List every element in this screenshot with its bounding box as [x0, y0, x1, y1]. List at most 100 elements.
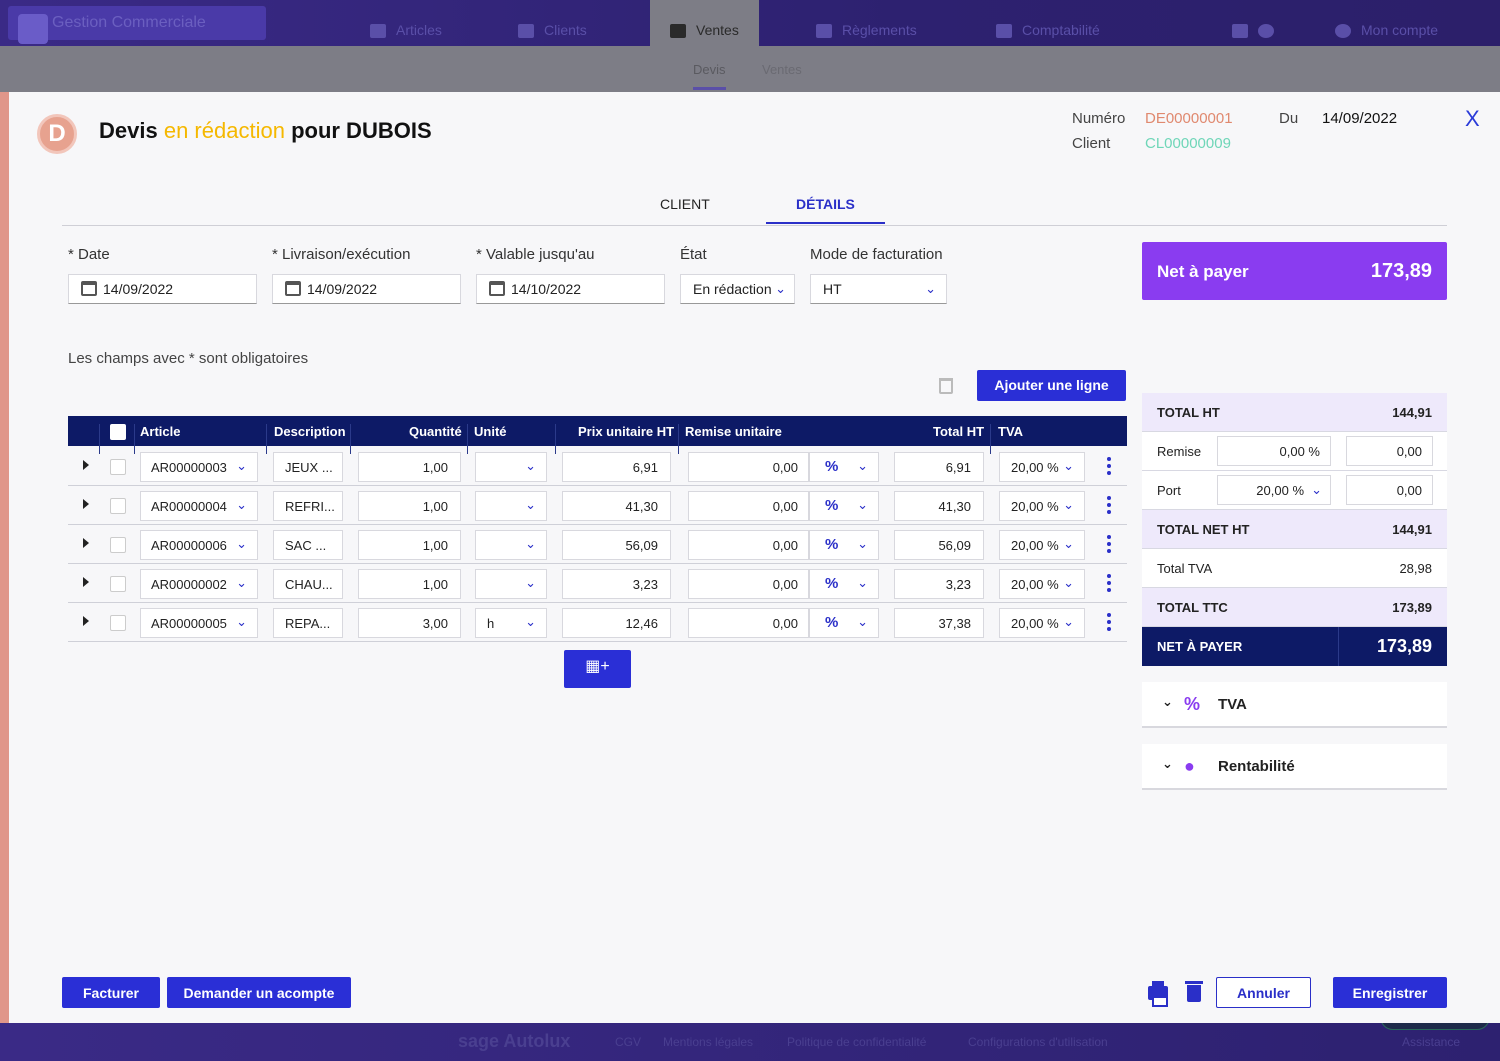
tab-client[interactable]: CLIENT — [660, 196, 710, 212]
col-remise[interactable]: Remise unitaire — [685, 424, 782, 439]
tva-select[interactable]: 20,00 %⌄ — [999, 569, 1085, 599]
nav-articles[interactable]: Articles — [370, 0, 442, 46]
row-checkbox[interactable] — [110, 498, 126, 514]
tva-accordion[interactable]: ⌄ % TVA — [1142, 682, 1447, 728]
quantite-input[interactable]: 1,00 — [358, 491, 461, 521]
delete-lines-icon[interactable] — [939, 378, 953, 394]
nav-clients[interactable]: Clients — [518, 0, 587, 46]
tva-select[interactable]: 20,00 %⌄ — [999, 491, 1085, 521]
article-select[interactable]: AR00000006⌄ — [140, 530, 258, 560]
expand-row-icon[interactable] — [83, 538, 89, 548]
description-field[interactable]: SAC ... — [273, 530, 343, 560]
remise-input[interactable]: 0,00 — [688, 608, 809, 638]
nav-reglements[interactable]: Règlements — [816, 0, 917, 46]
prix-input[interactable]: 12,46 — [562, 608, 671, 638]
description-field[interactable]: REFRI... — [273, 491, 343, 521]
enregistrer-button[interactable]: Enregistrer — [1333, 977, 1447, 1008]
more-vert-icon[interactable] — [1107, 496, 1111, 514]
description-field[interactable]: CHAU... — [273, 569, 343, 599]
quantite-input[interactable]: 1,00 — [358, 569, 461, 599]
date-field[interactable]: 14/09/2022 — [68, 274, 257, 304]
remise-type-select[interactable]: %⌄ — [809, 608, 879, 638]
port-amount-input[interactable]: 0,00 — [1346, 475, 1433, 505]
expand-row-icon[interactable] — [83, 460, 89, 470]
add-row-button[interactable]: ▦+ — [564, 650, 631, 688]
settings-icon[interactable] — [1258, 0, 1284, 46]
facturer-button[interactable]: Facturer — [62, 977, 160, 1008]
row-checkbox[interactable] — [110, 615, 126, 631]
app-switcher[interactable]: Gestion Commerciale — [8, 6, 266, 40]
unite-select[interactable]: ⌄ — [475, 452, 547, 482]
print-icon[interactable] — [1148, 986, 1168, 1000]
home-icon[interactable] — [1232, 0, 1254, 46]
mode-select[interactable]: HT⌄ — [810, 274, 947, 304]
col-article[interactable]: Article — [140, 424, 180, 439]
more-vert-icon[interactable] — [1107, 613, 1111, 631]
subnav-devis[interactable]: Devis — [693, 62, 726, 90]
account-menu[interactable]: Mon compte — [1335, 0, 1438, 46]
footer-link-mentions[interactable]: Mentions légales — [663, 1035, 753, 1049]
remise-input[interactable]: 0,00 — [688, 491, 809, 521]
col-tva[interactable]: TVA — [998, 424, 1023, 439]
more-vert-icon[interactable] — [1107, 574, 1111, 592]
expand-row-icon[interactable] — [83, 577, 89, 587]
article-select[interactable]: AR00000002⌄ — [140, 569, 258, 599]
prix-input[interactable]: 56,09 — [562, 530, 671, 560]
quantite-input[interactable]: 3,00 — [358, 608, 461, 638]
expand-row-icon[interactable] — [83, 616, 89, 626]
col-description[interactable]: Description — [274, 424, 346, 439]
client-value[interactable]: CL00000009 — [1145, 135, 1231, 152]
valable-field[interactable]: 14/10/2022 — [476, 274, 665, 304]
more-vert-icon[interactable] — [1107, 457, 1111, 475]
select-all-checkbox[interactable] — [110, 424, 126, 440]
remise-input[interactable]: 0,00 — [688, 569, 809, 599]
tva-select[interactable]: 20,00 %⌄ — [999, 608, 1085, 638]
remise-input[interactable]: 0,00 — [688, 530, 809, 560]
more-vert-icon[interactable] — [1107, 535, 1111, 553]
article-select[interactable]: AR00000003⌄ — [140, 452, 258, 482]
col-total[interactable]: Total HT — [933, 424, 984, 439]
nav-ventes[interactable]: Ventes — [650, 0, 759, 46]
description-field[interactable]: JEUX ... — [273, 452, 343, 482]
add-line-button[interactable]: Ajouter une ligne — [977, 370, 1126, 401]
unite-select[interactable]: ⌄ — [475, 491, 547, 521]
article-select[interactable]: AR00000005⌄ — [140, 608, 258, 638]
livraison-field[interactable]: 14/09/2022 — [272, 274, 461, 304]
footer-link-confidentialite[interactable]: Politique de confidentialité — [787, 1035, 926, 1049]
row-checkbox[interactable] — [110, 459, 126, 475]
remise-input[interactable]: 0,00 — [688, 452, 809, 482]
acompte-button[interactable]: Demander un acompte — [167, 977, 351, 1008]
unite-select[interactable]: h⌄ — [475, 608, 547, 638]
article-select[interactable]: AR00000004⌄ — [140, 491, 258, 521]
rentabilite-accordion[interactable]: ⌄ ● Rentabilité — [1142, 744, 1447, 790]
quantite-input[interactable]: 1,00 — [358, 530, 461, 560]
row-checkbox[interactable] — [110, 537, 126, 553]
tva-select[interactable]: 20,00 %⌄ — [999, 452, 1085, 482]
quantite-input[interactable]: 1,00 — [358, 452, 461, 482]
remise-type-select[interactable]: %⌄ — [809, 491, 879, 521]
col-quantite[interactable]: Quantité — [409, 424, 462, 439]
tab-details[interactable]: DÉTAILS — [766, 196, 885, 224]
footer-link-configurations[interactable]: Configurations d'utilisation — [968, 1035, 1108, 1049]
remise-type-select[interactable]: %⌄ — [809, 569, 879, 599]
annuler-button[interactable]: Annuler — [1216, 977, 1311, 1008]
nav-comptabilite[interactable]: Comptabilité — [996, 0, 1100, 46]
remise-type-select[interactable]: %⌄ — [809, 452, 879, 482]
expand-row-icon[interactable] — [83, 499, 89, 509]
prix-input[interactable]: 3,23 — [562, 569, 671, 599]
unite-select[interactable]: ⌄ — [475, 569, 547, 599]
prix-input[interactable]: 41,30 — [562, 491, 671, 521]
etat-select[interactable]: En rédaction⌄ — [680, 274, 795, 304]
remise-amount-input[interactable]: 0,00 — [1346, 436, 1433, 466]
delete-icon[interactable] — [1187, 985, 1201, 1002]
footer-link-cgv[interactable]: CGV — [615, 1035, 641, 1049]
subnav-ventes[interactable]: Ventes — [762, 62, 802, 77]
remise-type-select[interactable]: %⌄ — [809, 530, 879, 560]
description-field[interactable]: REPA... — [273, 608, 343, 638]
tva-select[interactable]: 20,00 %⌄ — [999, 530, 1085, 560]
row-checkbox[interactable] — [110, 576, 126, 592]
close-icon[interactable]: X — [1465, 106, 1480, 132]
prix-input[interactable]: 6,91 — [562, 452, 671, 482]
port-tva-select[interactable]: 20,00 %⌄ — [1217, 475, 1331, 505]
remise-percent-input[interactable]: 0,00 % — [1217, 436, 1331, 466]
